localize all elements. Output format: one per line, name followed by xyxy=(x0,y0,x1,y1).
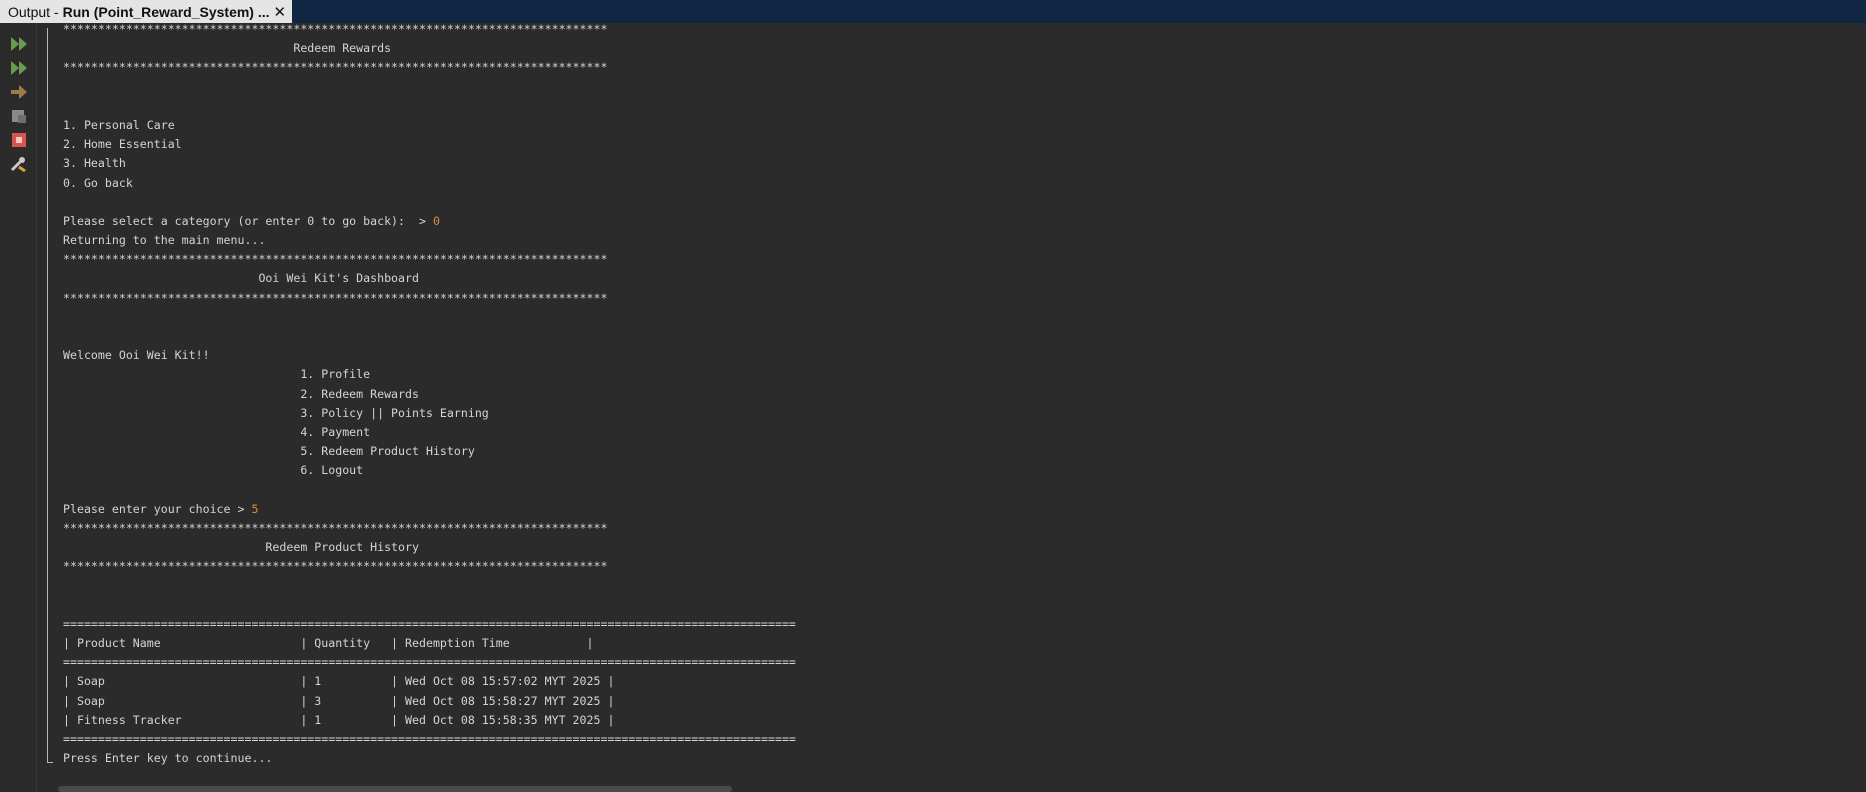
horizontal-scrollbar[interactable] xyxy=(58,786,732,792)
console-line-text: Please select a category (or enter 0 to … xyxy=(63,213,433,228)
console-line: 5. Redeem Product History xyxy=(63,442,796,461)
console-line-text: 4. Payment xyxy=(63,424,371,439)
console-line: ****************************************… xyxy=(63,289,796,308)
console-line-text: ========================================… xyxy=(63,731,796,746)
console-line: 3. Health xyxy=(63,154,796,173)
tab-prefix: Output - xyxy=(8,3,59,20)
console-line: ========================================… xyxy=(63,730,796,749)
output-settings-icon xyxy=(12,110,26,123)
console-line: 0. Go back xyxy=(63,174,796,193)
console-line-text: Returning to the main menu... xyxy=(63,233,266,248)
user-input: 5 xyxy=(251,501,259,516)
console-line: | Soap | 3 | Wed Oct 08 15:58:27 MYT 202… xyxy=(63,692,796,711)
console-line: Redeem Rewards xyxy=(63,39,796,58)
user-input: 0 xyxy=(432,213,440,228)
console-line: ****************************************… xyxy=(63,519,796,538)
console-line: ****************************************… xyxy=(63,58,796,77)
console-line-text: 3. Health xyxy=(63,156,126,171)
console-line: 1. Personal Care xyxy=(63,116,796,135)
step-button[interactable] xyxy=(8,81,30,103)
rerun-with-args-icon xyxy=(11,61,27,75)
close-icon[interactable]: ✕ xyxy=(274,3,287,21)
rerun-icon xyxy=(11,37,27,51)
console-line-text: ========================================… xyxy=(63,616,796,631)
console-line-text: 2. Redeem Rewards xyxy=(63,386,419,401)
console-line: 3. Policy || Points Earning xyxy=(63,404,796,423)
stop-icon xyxy=(12,133,26,147)
console-line-text: 1. Personal Care xyxy=(63,117,175,132)
console-line-text: Redeem Product History xyxy=(63,540,419,555)
tools-button[interactable] xyxy=(8,153,30,175)
console-line: | Product Name | Quantity | Redemption T… xyxy=(63,634,796,653)
console-line-text: | Fitness Tracker | 1 | Wed Oct 08 15:58… xyxy=(63,712,615,727)
console-line-text: 3. Policy || Points Earning xyxy=(63,405,489,420)
console-line: 2. Redeem Rewards xyxy=(63,385,796,404)
console-line: Ooi Wei Kit's Dashboard xyxy=(63,269,796,288)
fold-guide xyxy=(47,28,48,763)
console-line-text: Welcome Ooi Wei Kit!! xyxy=(63,348,210,363)
console-line-text: | Product Name | Quantity | Redemption T… xyxy=(63,636,594,650)
console-line: ****************************************… xyxy=(63,557,796,576)
console-output[interactable]: ****************************************… xyxy=(63,20,796,768)
console-line-text: 1. Profile xyxy=(63,367,371,382)
console-line: ========================================… xyxy=(63,653,796,672)
console-line-text: ****************************************… xyxy=(63,520,608,535)
console-line: ****************************************… xyxy=(63,250,796,269)
console-line-text: Ooi Wei Kit's Dashboard xyxy=(63,271,419,286)
console-line: 6. Logout xyxy=(63,461,796,480)
console-line: Welcome Ooi Wei Kit!! xyxy=(63,346,796,365)
fold-guide-end xyxy=(47,762,53,763)
console-line: Returning to the main menu... xyxy=(63,231,796,250)
console-line-text: | Soap | 1 | Wed Oct 08 15:57:02 MYT 202… xyxy=(63,674,615,689)
console-line-text: ========================================… xyxy=(63,655,796,670)
console-line-text: ****************************************… xyxy=(63,22,608,36)
console-line: | Fitness Tracker | 1 | Wed Oct 08 15:58… xyxy=(63,711,796,730)
console-line-text: 5. Redeem Product History xyxy=(63,444,475,459)
tools-icon xyxy=(10,157,26,173)
console-line: 1. Profile xyxy=(63,365,796,384)
console-line: | Soap | 1 | Wed Oct 08 15:57:02 MYT 202… xyxy=(63,672,796,691)
console-line-text: 0. Go back xyxy=(63,175,133,190)
step-icon xyxy=(11,85,27,99)
console-line-text: Press Enter key to continue... xyxy=(63,751,273,766)
console-line: Press Enter key to continue... xyxy=(63,749,796,768)
console-line-text: Redeem Rewards xyxy=(63,41,392,56)
console-line-text: ****************************************… xyxy=(63,252,608,267)
rerun-with-args-button[interactable] xyxy=(8,57,30,79)
console-line-text: ****************************************… xyxy=(63,290,608,305)
console-line: ****************************************… xyxy=(63,20,796,39)
rerun-button[interactable] xyxy=(8,33,30,55)
console-line-text: | Soap | 3 | Wed Oct 08 15:58:27 MYT 202… xyxy=(63,693,615,708)
stop-button[interactable] xyxy=(8,129,30,151)
output-settings-button[interactable] xyxy=(8,105,30,127)
console-line: 2. Home Essential xyxy=(63,135,796,154)
console-line-text: 2. Home Essential xyxy=(63,137,182,152)
console-line: Redeem Product History xyxy=(63,538,796,557)
console-line: Please enter your choice > 5 xyxy=(63,500,796,519)
console-line: ========================================… xyxy=(63,615,796,634)
console-line-text: Please enter your choice > xyxy=(63,501,252,516)
tab-title: Run (Point_Reward_System) ... xyxy=(62,3,270,20)
console-line: Please select a category (or enter 0 to … xyxy=(63,212,796,231)
console-line-text: 6. Logout xyxy=(63,463,364,478)
console-line-text: ****************************************… xyxy=(63,559,608,574)
output-toolbar xyxy=(0,23,37,792)
console-line-text: ****************************************… xyxy=(63,60,608,75)
console-line: 4. Payment xyxy=(63,423,796,442)
